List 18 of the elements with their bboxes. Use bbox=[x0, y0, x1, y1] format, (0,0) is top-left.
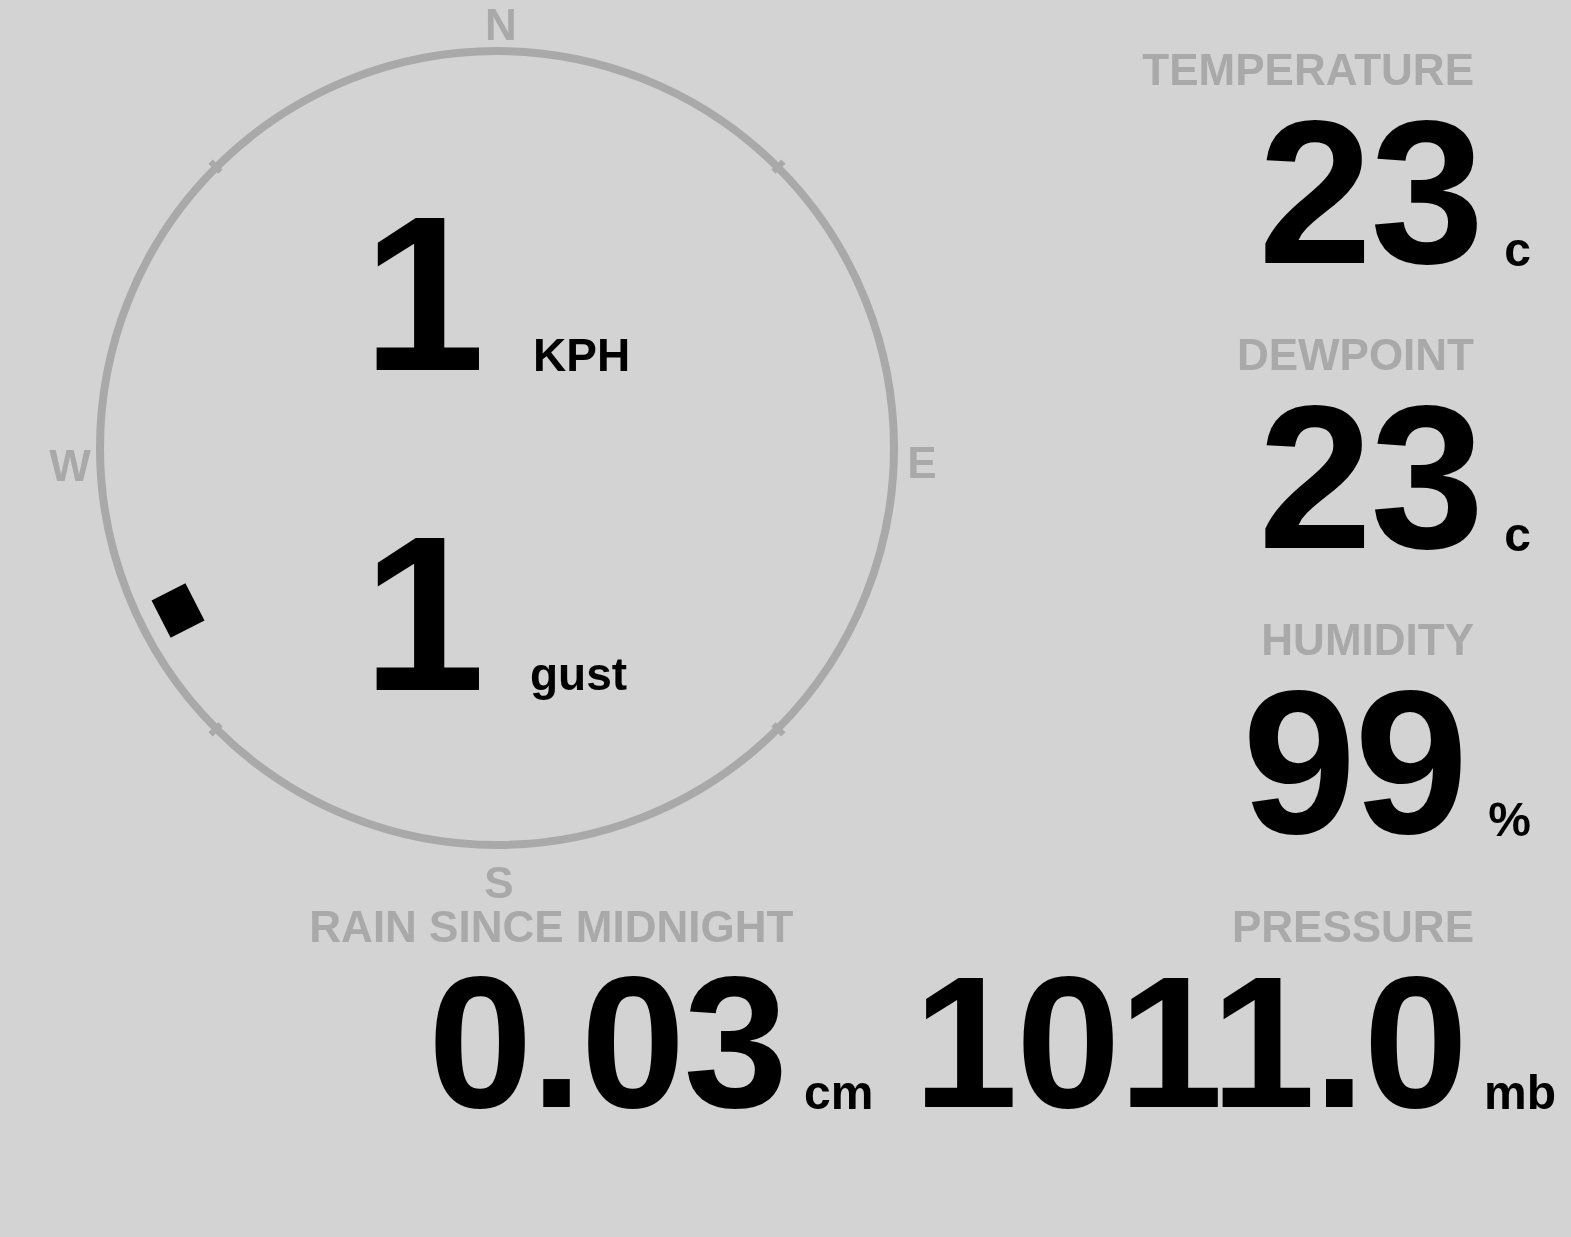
humidity-value: 99 bbox=[1242, 680, 1467, 844]
rain-unit: cm bbox=[803, 1069, 874, 1118]
pressure-unit: mb bbox=[1484, 1069, 1556, 1118]
temperature-unit: c bbox=[1504, 226, 1531, 274]
wind-speed-value: 1 bbox=[362, 171, 485, 417]
pressure-value: 1011.0 bbox=[913, 967, 1466, 1118]
gust-speed-value: 1 bbox=[362, 491, 485, 737]
rain-value: 0.03 bbox=[428, 967, 786, 1118]
dewpoint-value: 23 bbox=[1258, 395, 1483, 559]
wind-speed-unit: KPH bbox=[533, 329, 631, 381]
compass-tick bbox=[771, 159, 786, 174]
humidity-unit: % bbox=[1488, 796, 1531, 844]
compass-tick bbox=[771, 722, 786, 737]
compass-tick bbox=[208, 722, 223, 737]
compass-tick bbox=[208, 159, 223, 174]
temperature-value: 23 bbox=[1258, 110, 1483, 274]
gust-speed-unit: gust bbox=[530, 648, 628, 700]
dewpoint-unit: c bbox=[1504, 511, 1531, 559]
